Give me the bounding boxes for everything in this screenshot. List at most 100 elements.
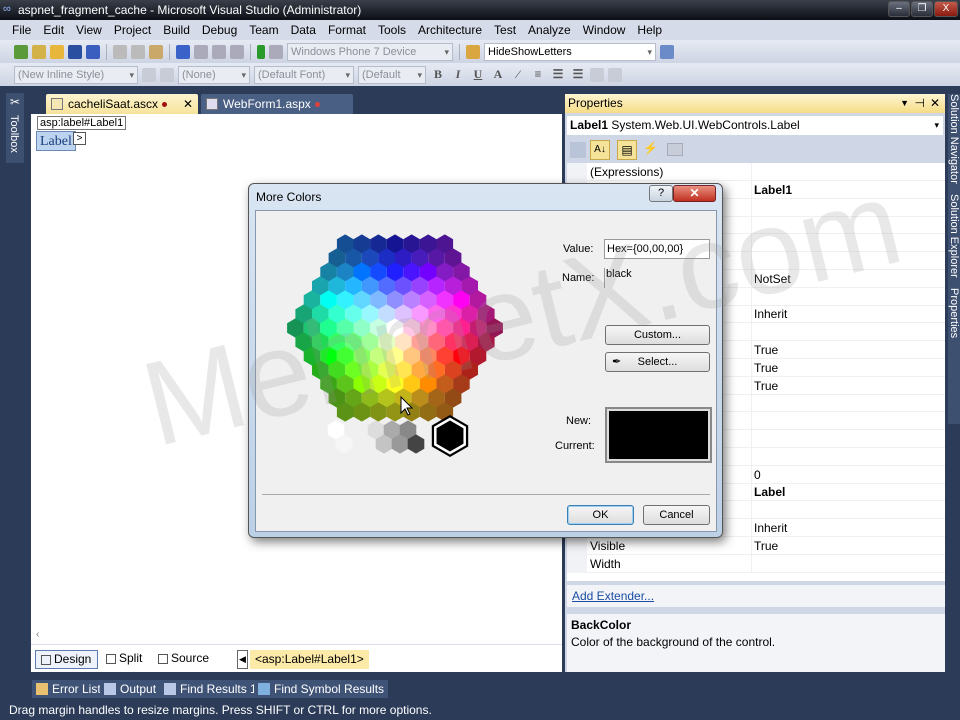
property-value[interactable] [751, 252, 754, 270]
underline-icon[interactable]: U [470, 67, 486, 82]
events-icon[interactable]: ⚡ [643, 141, 658, 155]
save-all-icon[interactable] [86, 44, 100, 59]
find-results-tab[interactable]: Find Results 1 [160, 680, 261, 698]
paste-icon[interactable] [149, 44, 163, 59]
property-value[interactable] [751, 412, 754, 431]
font-size-combo[interactable]: (Default [358, 65, 426, 84]
close-button[interactable]: X [934, 1, 958, 17]
menu-test[interactable]: Test [488, 23, 522, 37]
align-icon[interactable]: ≡ [530, 67, 546, 82]
find-combo[interactable]: HideShowLetters [484, 42, 656, 61]
navigate-forward-icon[interactable] [230, 44, 244, 59]
help-button[interactable]: ? [649, 185, 673, 202]
select-button[interactable]: ✒ Select... [605, 352, 710, 372]
tab-cacheliSaat[interactable]: cacheliSaat.ascx ✕ [46, 94, 198, 114]
close-tab-icon[interactable]: ✕ [183, 94, 193, 114]
menu-data[interactable]: Data [285, 23, 322, 37]
menu-analyze[interactable]: Analyze [522, 23, 577, 37]
property-value[interactable] [751, 447, 754, 466]
object-selector[interactable]: Label1 System.Web.UI.WebControls.Label ▾ [567, 116, 943, 135]
property-value[interactable]: Inherit [751, 305, 787, 324]
property-value[interactable] [751, 430, 754, 448]
numbered-list-icon[interactable]: ☰ [550, 67, 566, 82]
menu-file[interactable]: File [6, 23, 37, 37]
property-row[interactable]: (Expressions) [567, 163, 945, 181]
property-value[interactable]: Label1 [751, 180, 792, 199]
minimize-button[interactable]: – [888, 1, 910, 17]
solution-explorer-tab[interactable]: Solution Explorer [948, 194, 960, 278]
dropdown-icon[interactable]: ▼ [900, 94, 909, 113]
menu-tools[interactable]: Tools [372, 23, 412, 37]
open-icon[interactable] [50, 44, 64, 59]
menu-project[interactable]: Project [108, 23, 157, 37]
style-combo[interactable]: (New Inline Style) [14, 65, 138, 84]
navigate-back-icon[interactable] [212, 44, 226, 59]
hyperlink-icon[interactable] [590, 67, 604, 82]
property-value[interactable]: True [751, 376, 778, 395]
pin-icon[interactable]: ⊣ [915, 94, 925, 113]
menu-format[interactable]: Format [322, 23, 372, 37]
property-value[interactable]: NotSet [751, 269, 791, 288]
cancel-button[interactable]: Cancel [643, 505, 710, 525]
property-value[interactable] [751, 554, 754, 573]
property-value[interactable]: True [751, 341, 778, 359]
redo-icon[interactable] [194, 44, 208, 59]
attach-icon[interactable] [269, 44, 283, 59]
custom-button[interactable]: Custom... [605, 325, 710, 345]
property-value[interactable] [751, 501, 754, 520]
italic-icon[interactable]: I [450, 67, 466, 82]
output-tab[interactable]: Output [100, 680, 161, 698]
properties-side-tab[interactable]: Properties [948, 288, 960, 338]
property-row[interactable]: Width [567, 554, 945, 573]
close-panel-icon[interactable]: ✕ [930, 94, 940, 113]
split-view-button[interactable]: Split [101, 650, 142, 669]
property-row[interactable]: Visible True [567, 536, 945, 555]
properties-view-icon[interactable]: ▤ [617, 140, 637, 160]
design-view-button[interactable]: Design [35, 650, 98, 669]
alphabetical-icon[interactable]: A↓ [590, 140, 610, 160]
font-color-icon[interactable]: A [490, 67, 506, 82]
bullet-list-icon[interactable]: ☰ [570, 67, 586, 82]
add-item-icon[interactable] [32, 44, 46, 59]
property-value[interactable]: True [751, 536, 778, 555]
toolbox-tab[interactable]: ✂ Toolbox [6, 93, 24, 163]
new-style-icon[interactable] [142, 67, 156, 82]
menu-build[interactable]: Build [157, 23, 196, 37]
source-view-button[interactable]: Source [153, 650, 209, 669]
restore-button[interactable]: ❐ [911, 1, 933, 17]
bookmark-icon[interactable] [608, 67, 622, 82]
categorized-icon[interactable] [570, 142, 586, 158]
value-field[interactable]: Hex={00,00,00} [604, 239, 710, 259]
property-value[interactable]: Inherit [751, 519, 787, 537]
tab-webform1[interactable]: WebForm1.aspx [201, 94, 353, 114]
solution-navigator-tab[interactable]: Solution Navigator [948, 94, 960, 184]
undo-icon[interactable] [176, 44, 190, 59]
menu-view[interactable]: View [70, 23, 108, 37]
menu-edit[interactable]: Edit [37, 23, 70, 37]
property-value[interactable] [751, 163, 754, 181]
add-extender-link[interactable]: Add Extender... [572, 589, 654, 603]
property-value[interactable] [751, 198, 754, 217]
find-in-files-icon[interactable] [466, 44, 480, 59]
solution-explorer-icon[interactable] [660, 44, 674, 59]
color-honeycomb[interactable] [256, 211, 718, 533]
property-pages-icon[interactable] [667, 143, 683, 156]
highlight-icon[interactable]: ⁄ [510, 67, 526, 82]
menu-window[interactable]: Window [577, 23, 632, 37]
font-combo[interactable]: (Default Font) [254, 65, 354, 84]
property-value[interactable]: True [751, 358, 778, 377]
property-value[interactable]: 0 [751, 465, 761, 484]
scroll-left-arrow[interactable]: ‹ [36, 629, 39, 640]
smart-tag-button[interactable]: > [73, 132, 86, 145]
breadcrumb-tag[interactable]: <asp:Label#Label1> [250, 650, 369, 669]
property-value[interactable] [751, 216, 754, 235]
menu-help[interactable]: Help [631, 23, 668, 37]
cut-icon[interactable] [113, 44, 127, 59]
property-value[interactable]: Label [751, 483, 785, 502]
menu-debug[interactable]: Debug [196, 23, 243, 37]
label-control[interactable]: Label [36, 131, 76, 151]
new-project-icon[interactable] [14, 44, 28, 59]
ok-button[interactable]: OK [567, 505, 634, 525]
property-value[interactable] [751, 394, 754, 413]
bold-icon[interactable]: B [430, 67, 446, 82]
